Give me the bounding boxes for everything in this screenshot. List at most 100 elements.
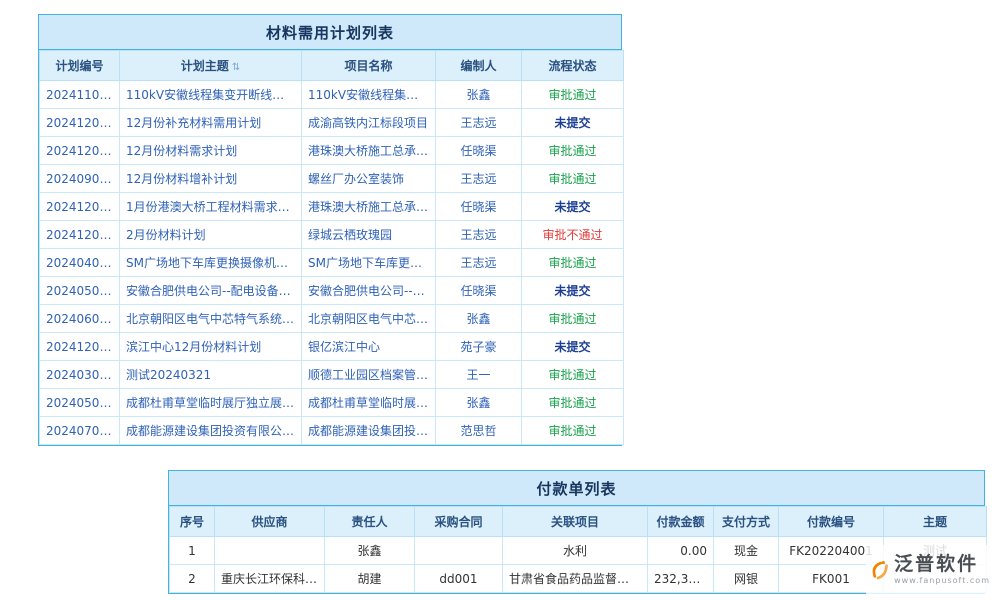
owner-cell: 张鑫 xyxy=(325,537,415,565)
plan-subject-cell: 成都杜甫草堂临时展厅独立展柜... xyxy=(120,389,302,417)
plan-subject-cell: 12月份材料增补计划 xyxy=(120,165,302,193)
plan-subject-cell: 2月份材料计划 xyxy=(120,221,302,249)
project-name-cell: 成渝高铁内江标段项目 xyxy=(302,109,436,137)
plan-subject-cell: 12月份补充材料需用计划 xyxy=(120,109,302,137)
material-table-row[interactable]: 202412000312月份补充材料需用计划成渝高铁内江标段项目王志远未提交 xyxy=(40,109,624,137)
plan-id-cell: 2024090007 xyxy=(40,165,120,193)
project-name-cell: 成都杜甫草堂临时展厅... xyxy=(302,389,436,417)
payment-col-header-2[interactable]: 责任人 xyxy=(325,507,415,537)
status-cell: 审批通过 xyxy=(522,165,624,193)
compiler-cell: 任晓渠 xyxy=(436,137,522,165)
material-table-row[interactable]: 20241200091月份港澳大桥工程材料需求计划港珠澳大桥施工总承包...任晓… xyxy=(40,193,624,221)
status-cell: 审批通过 xyxy=(522,389,624,417)
watermark-url: www.fanpusoft.com xyxy=(894,577,990,586)
payment-col-header-7[interactable]: 付款编号 xyxy=(779,507,884,537)
compiler-cell: 任晓渠 xyxy=(436,193,522,221)
payment-col-header-5[interactable]: 付款金额 xyxy=(648,507,714,537)
row-no-cell: 2 xyxy=(170,565,215,593)
material-table-row[interactable]: 20241200072月份材料计划绿城云栖玫瑰园王志远审批不通过 xyxy=(40,221,624,249)
compiler-cell: 张鑫 xyxy=(436,305,522,333)
plan-subject-cell: 12月份材料需求计划 xyxy=(120,137,302,165)
payment-col-header-0[interactable]: 序号 xyxy=(170,507,215,537)
contract-cell xyxy=(415,537,503,565)
plan-subject-cell: 安徽合肥供电公司--配电设备检... xyxy=(120,277,302,305)
payment-table-row[interactable]: 2重庆长江环保科技公司胡建dd001甘肃省食品药品监督管理局...232,324… xyxy=(170,565,987,593)
material-table-row[interactable]: 2024050007成都杜甫草堂临时展厅独立展柜...成都杜甫草堂临时展厅...… xyxy=(40,389,624,417)
plan-subject-cell: 北京朝阳区电气中芯特气系统之... xyxy=(120,305,302,333)
material-table-row[interactable]: 2024120001滨江中心12月份材料计划银亿滨江中心苑子豪未提交 xyxy=(40,333,624,361)
plan-subject-cell: 测试20240321 xyxy=(120,361,302,389)
project-name-cell: 安徽合肥供电公司--配电... xyxy=(302,277,436,305)
plan-id-cell: 2024030009 xyxy=(40,361,120,389)
material-table-row[interactable]: 202409000712月份材料增补计划螺丝厂办公室装饰王志远审批通过 xyxy=(40,165,624,193)
row-no-cell: 1 xyxy=(170,537,215,565)
plan-id-cell: 2024050007 xyxy=(40,389,120,417)
compiler-cell: 张鑫 xyxy=(436,81,522,109)
plan-id-cell: 2024120007 xyxy=(40,221,120,249)
compiler-cell: 张鑫 xyxy=(436,389,522,417)
payment-table-title: 付款单列表 xyxy=(169,471,984,506)
supplier-cell: 重庆长江环保科技公司 xyxy=(215,565,325,593)
payment-col-header-6[interactable]: 支付方式 xyxy=(714,507,779,537)
project-name-cell: 绿城云栖玫瑰园 xyxy=(302,221,436,249)
fanpu-logo-icon xyxy=(870,551,888,589)
project-name-cell: 港珠澳大桥施工总承包... xyxy=(302,193,436,221)
project-name-cell: SM广场地下车库更换摄... xyxy=(302,249,436,277)
payment-col-header-1[interactable]: 供应商 xyxy=(215,507,325,537)
plan-subject-cell: 成都能源建设集团投资有限公司... xyxy=(120,417,302,445)
plan-id-cell: 2024070004 xyxy=(40,417,120,445)
project-name-cell: 北京朝阳区电气中芯特... xyxy=(302,305,436,333)
status-cell: 未提交 xyxy=(522,109,624,137)
supplier-cell xyxy=(215,537,325,565)
payment-col-header-4[interactable]: 关联项目 xyxy=(503,507,648,537)
plan-subject-cell: SM广场地下车库更换摄像机及硬... xyxy=(120,249,302,277)
plan-id-cell: 2024110002 xyxy=(40,81,120,109)
watermark-brand: 泛普软件 xyxy=(894,554,990,575)
compiler-cell: 王一 xyxy=(436,361,522,389)
project-name-cell: 顺德工业园区档案管理... xyxy=(302,361,436,389)
project-name-cell: 港珠澳大桥施工总承包... xyxy=(302,137,436,165)
status-cell: 审批不通过 xyxy=(522,221,624,249)
material-header-row: 计划编号计划主题⇅项目名称编制人流程状态 xyxy=(40,51,624,81)
material-table-row[interactable]: 2024050003安徽合肥供电公司--配电设备检...安徽合肥供电公司--配电… xyxy=(40,277,624,305)
fanpu-watermark: 泛普软件 www.fanpusoft.com xyxy=(866,545,994,595)
material-col-header-2[interactable]: 项目名称 xyxy=(302,51,436,81)
plan-subject-cell: 1月份港澳大桥工程材料需求计划 xyxy=(120,193,302,221)
material-table-row[interactable]: 2024070004成都能源建设集团投资有限公司...成都能源建设集团投资...… xyxy=(40,417,624,445)
payment-table-row[interactable]: 1张鑫水利0.00现金FK202204001测试 xyxy=(170,537,987,565)
project-name-cell: 110kV安徽线程集变开断... xyxy=(302,81,436,109)
plan-id-cell: 2024120008 xyxy=(40,137,120,165)
watermark-text: 泛普软件 www.fanpusoft.com xyxy=(894,554,990,586)
project-name-cell: 银亿滨江中心 xyxy=(302,333,436,361)
plan-id-cell: 2024120009 xyxy=(40,193,120,221)
related-project-cell: 甘肃省食品药品监督管理局... xyxy=(503,565,648,593)
plan-id-cell: 2024040005 xyxy=(40,249,120,277)
plan-subject-cell: 110kV安徽线程集变开断线路工... xyxy=(120,81,302,109)
material-col-header-1[interactable]: 计划主题⇅ xyxy=(120,51,302,81)
material-col-header-0[interactable]: 计划编号 xyxy=(40,51,120,81)
method-cell: 现金 xyxy=(714,537,779,565)
status-cell: 审批通过 xyxy=(522,305,624,333)
method-cell: 网银 xyxy=(714,565,779,593)
payment-col-header-3[interactable]: 采购合同 xyxy=(415,507,503,537)
material-table-row[interactable]: 2024060001北京朝阳区电气中芯特气系统之...北京朝阳区电气中芯特...… xyxy=(40,305,624,333)
plan-id-cell: 2024050003 xyxy=(40,277,120,305)
amount-cell: 232,324.00 xyxy=(648,565,714,593)
material-table-row[interactable]: 2024040005SM广场地下车库更换摄像机及硬...SM广场地下车库更换摄.… xyxy=(40,249,624,277)
compiler-cell: 任晓渠 xyxy=(436,277,522,305)
material-table-title: 材料需用计划列表 xyxy=(39,15,621,50)
material-table-row[interactable]: 2024030009测试20240321顺德工业园区档案管理...王一审批通过 xyxy=(40,361,624,389)
material-col-header-4[interactable]: 流程状态 xyxy=(522,51,624,81)
payment-list-table: 付款单列表 序号供应商责任人采购合同关联项目付款金额支付方式付款编号主题 1 张鑫… xyxy=(168,470,985,594)
plan-id-cell: 2024120003 xyxy=(40,109,120,137)
material-table-row[interactable]: 2024110002110kV安徽线程集变开断线路工...110kV安徽线程集变… xyxy=(40,81,624,109)
status-cell: 审批通过 xyxy=(522,81,624,109)
status-cell: 审批通过 xyxy=(522,417,624,445)
compiler-cell: 王志远 xyxy=(436,249,522,277)
material-col-header-3[interactable]: 编制人 xyxy=(436,51,522,81)
amount-cell: 0.00 xyxy=(648,537,714,565)
material-table-row[interactable]: 202412000812月份材料需求计划港珠澳大桥施工总承包...任晓渠审批通过 xyxy=(40,137,624,165)
sort-icon[interactable]: ⇅ xyxy=(232,62,240,73)
status-cell: 未提交 xyxy=(522,277,624,305)
payment-col-header-8[interactable]: 主题 xyxy=(884,507,987,537)
